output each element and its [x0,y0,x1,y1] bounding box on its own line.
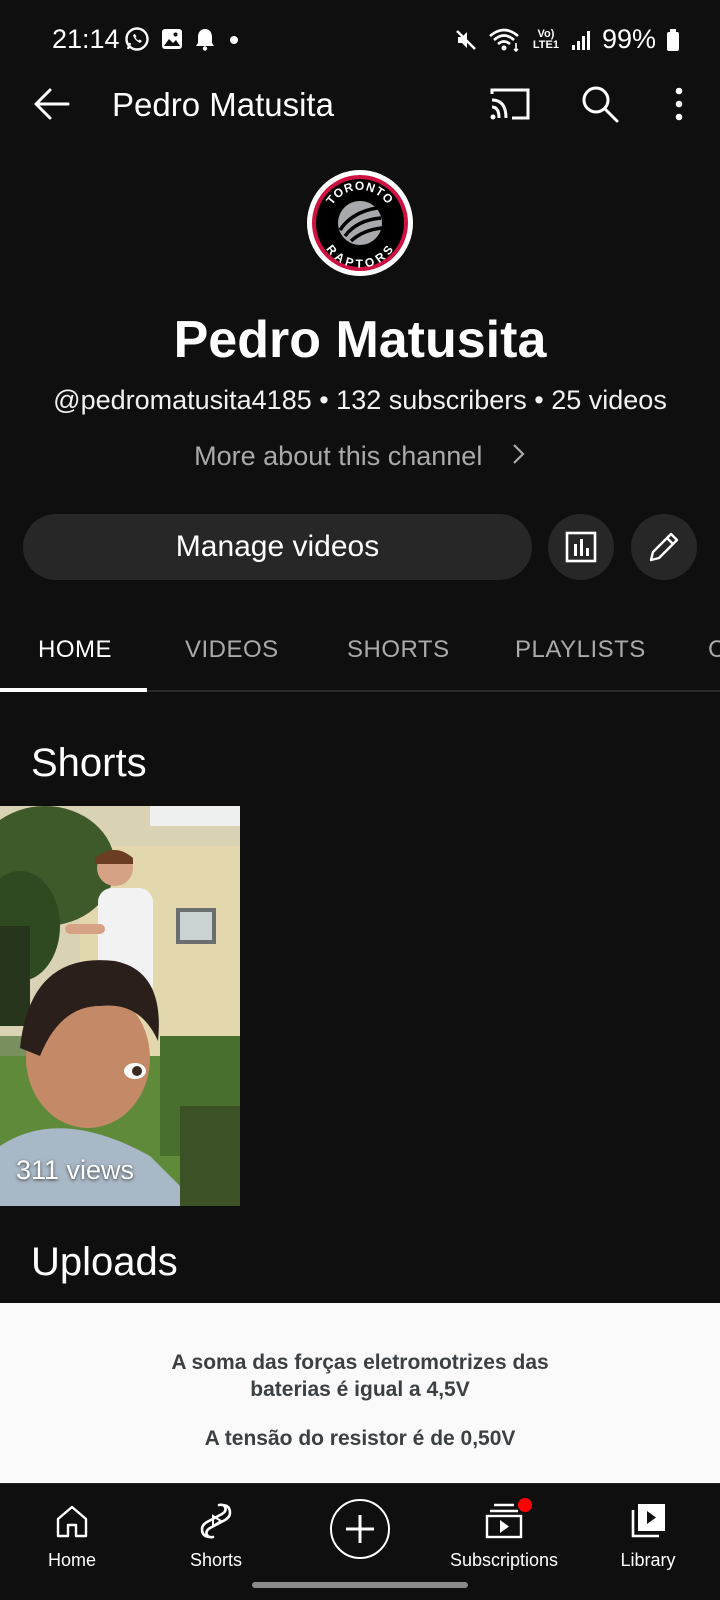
shorts-section-title: Shorts [31,741,147,785]
back-arrow-icon[interactable] [32,84,72,124]
short-thumbnail[interactable]: 311 views [0,806,240,1206]
status-left-icons [124,26,242,52]
raptors-logo: TORONTO RAPTORS [308,171,412,275]
bell-icon [196,29,214,51]
status-time: 21:14 [52,24,120,54]
upload-thumb-text-1a: A soma das forças eletromotrizes das [171,1351,549,1374]
nav-subscriptions-label: Subscriptions [449,1550,559,1570]
cast-icon[interactable] [488,84,532,124]
library-icon [631,1504,665,1538]
whatsapp-icon [125,27,149,51]
top-app-bar: Pedro Matusita [0,72,720,136]
battery-percent: 99% [601,24,656,54]
battery-icon [667,28,679,51]
tab-community[interactable]: C [708,636,720,664]
analytics-icon [565,531,597,563]
nav-subscriptions[interactable]: Subscriptions [434,1496,574,1571]
create-button[interactable] [330,1499,390,1559]
notification-dot [518,1498,532,1512]
short-view-count: 311 views [16,1155,135,1185]
dot-icon [230,36,238,44]
mute-icon [456,29,476,50]
chevron-right-icon [513,444,525,464]
tab-home[interactable]: HOME [38,636,112,664]
nav-shorts[interactable]: Shorts [146,1496,286,1571]
tab-playlists[interactable]: PLAYLISTS [515,636,646,664]
manage-videos-button[interactable]: Manage videos [23,514,532,580]
analytics-button[interactable] [548,514,614,580]
tab-shorts[interactable]: SHORTS [347,636,450,664]
network-type: Vo) LTE1 [532,27,560,51]
nav-home[interactable]: Home [2,1496,142,1571]
nav-library[interactable]: Library [578,1496,718,1571]
pencil-icon [649,532,679,562]
tab-active-indicator [0,688,147,692]
nav-shorts-label: Shorts [189,1550,243,1570]
edit-channel-button[interactable] [631,514,697,580]
channel-avatar[interactable]: TORONTO RAPTORS [307,170,413,276]
nav-library-label: Library [620,1550,676,1570]
network-label: Vo) LTE1 [532,27,559,51]
nav-home-label: Home [47,1550,96,1570]
channel-meta: @pedromatusita4185 • 132 subscribers • 2… [53,385,667,415]
upload-thumb-text-1b: baterias é igual a 4,5V [250,1378,470,1401]
uploads-section-title: Uploads [31,1240,178,1284]
app-bar-title: Pedro Matusita [112,86,334,123]
upload-thumb-text-1: A soma das forças eletromotrizes das bat… [0,1349,720,1403]
wifi-icon [489,28,519,52]
gallery-icon [162,29,182,49]
more-vert-icon[interactable] [664,82,694,126]
home-icon [56,1505,88,1538]
status-bar: 21:14 Vo) LTE1 99% [0,0,720,80]
channel-name: Pedro Matusita [173,311,547,369]
more-about-label: More about this channel [194,441,483,471]
status-right-icons: Vo) LTE1 99% [454,24,680,55]
tab-videos[interactable]: VIDEOS [185,636,279,664]
short-thumbnail-image [0,806,240,1206]
shorts-icon [200,1503,232,1539]
gesture-home-indicator[interactable] [252,1582,468,1588]
plus-icon [346,1515,374,1543]
more-about-channel-link[interactable]: More about this channel [0,441,720,472]
upload-thumb-text-2: A tensão do resistor é de 0,50V [204,1427,516,1450]
channel-tabs: HOME VIDEOS SHORTS PLAYLISTS C [0,610,720,692]
upload-thumbnail[interactable]: A soma das forças eletromotrizes das bat… [0,1303,720,1483]
signal-icon [571,30,590,50]
search-icon[interactable] [578,82,622,126]
